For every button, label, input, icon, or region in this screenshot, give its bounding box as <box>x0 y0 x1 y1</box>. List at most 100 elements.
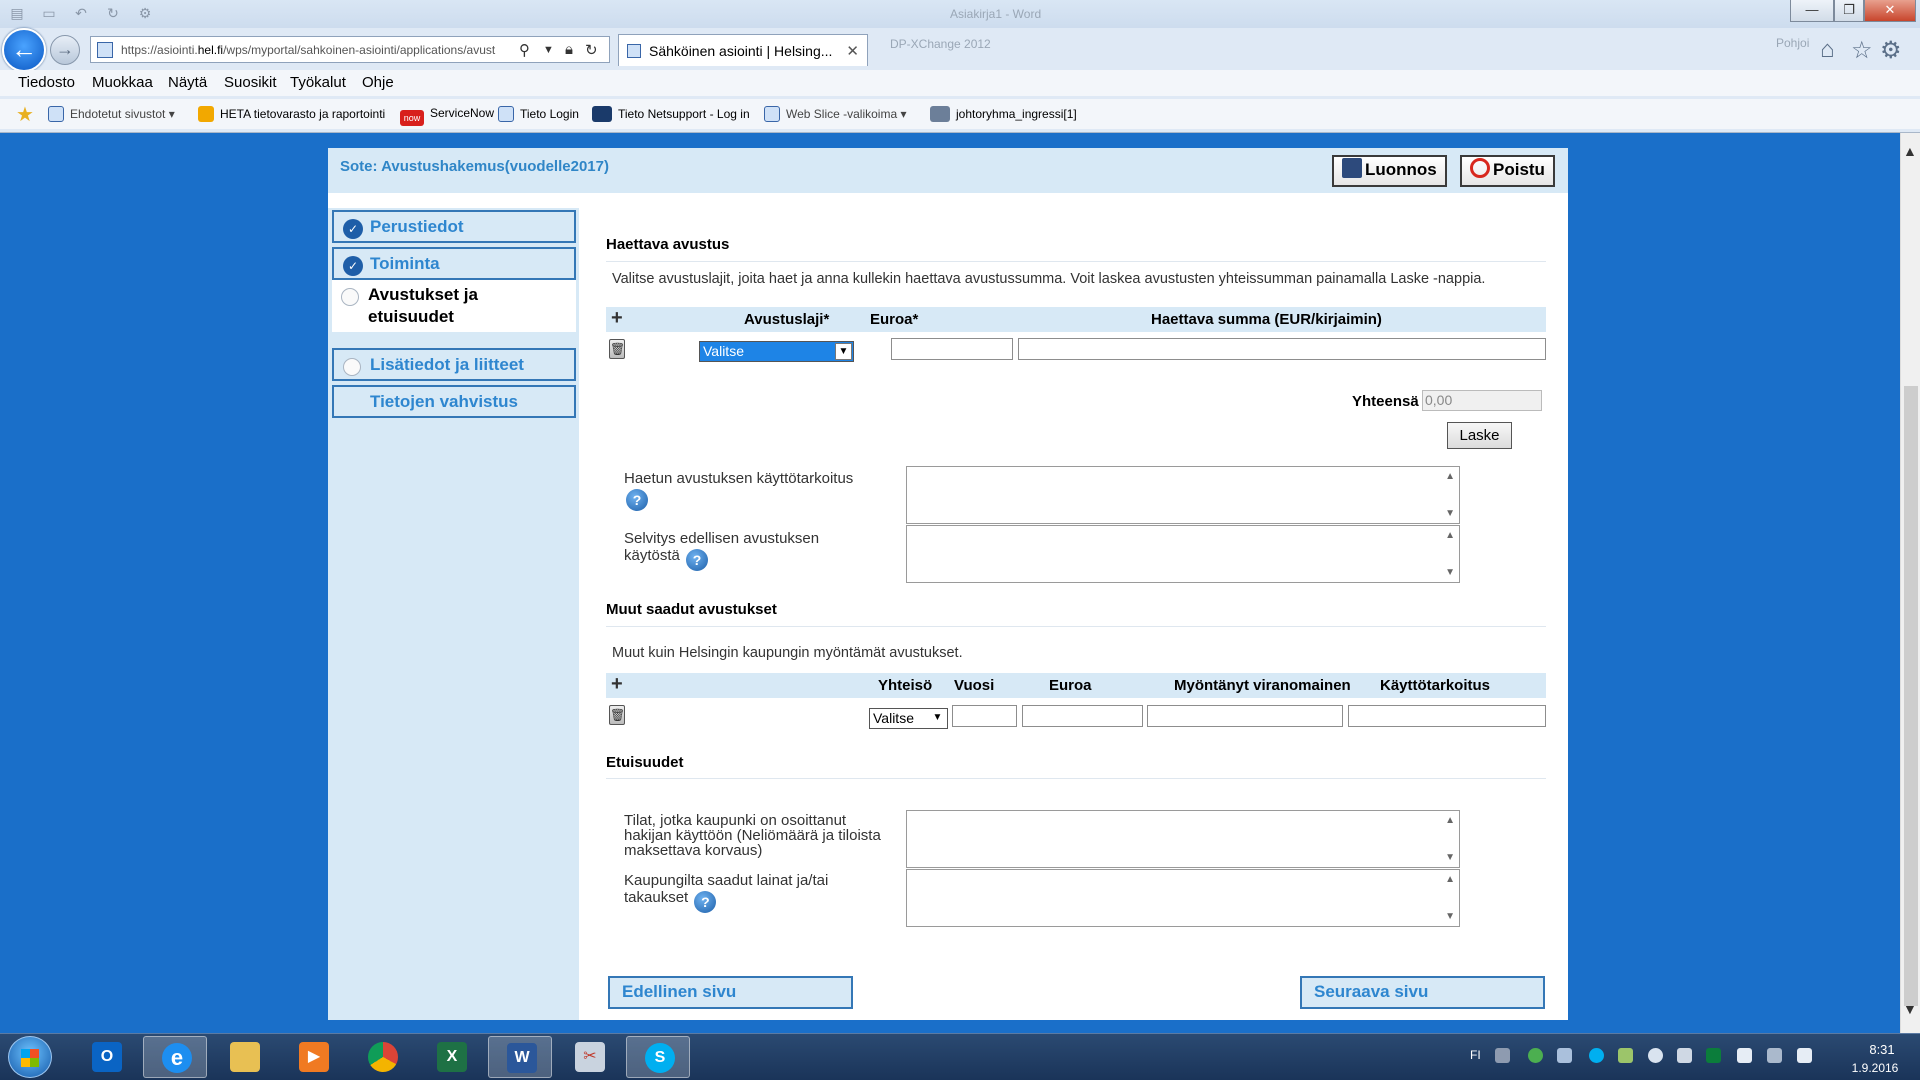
customize-icon[interactable]: ⚙ <box>136 5 154 21</box>
sum-in-words-input[interactable] <box>1018 338 1546 360</box>
scroll-down-icon[interactable]: ▼ <box>1445 911 1455 922</box>
year-input[interactable] <box>952 705 1017 727</box>
scroll-down-arrow-icon[interactable]: ▼ <box>1903 1001 1917 1017</box>
draft-button[interactable]: Luonnos <box>1332 155 1447 187</box>
vertical-scrollbar[interactable]: ▲ ▼ <box>1900 133 1920 1033</box>
fav-tieto-login[interactable]: Tieto Login <box>498 106 579 122</box>
lock-icon[interactable]: 🔒︎ <box>565 41 573 58</box>
menu-tyokalut[interactable]: Työkalut <box>290 74 346 91</box>
calculate-button[interactable]: Laske <box>1447 422 1512 449</box>
taskbar-chrome[interactable] <box>350 1036 414 1078</box>
home-icon[interactable]: ⌂ <box>1820 36 1835 64</box>
scroll-down-icon[interactable]: ▼ <box>1445 852 1455 863</box>
scroll-thumb[interactable] <box>1904 386 1918 1006</box>
premises-textarea[interactable]: ▲ ▼ <box>906 810 1460 868</box>
tools-gear-icon[interactable]: ⚙ <box>1880 36 1902 65</box>
minimize-button[interactable]: — <box>1790 0 1834 22</box>
report-textarea[interactable]: ▲ ▼ <box>906 525 1460 583</box>
menu-ohje[interactable]: Ohje <box>362 74 394 91</box>
search-icon[interactable]: ⚲ <box>519 41 530 59</box>
skype-tray-icon[interactable] <box>1589 1048 1604 1063</box>
tab-close-icon[interactable]: ✕ <box>846 42 859 60</box>
print-icon[interactable]: ▭ <box>40 5 58 21</box>
next-page-button[interactable]: Seuraava sivu <box>1300 976 1545 1009</box>
url-text[interactable]: https://asiointi.hel.fi/wps/myportal/sah… <box>121 43 521 57</box>
delete-row-icon[interactable]: 🗑︎ <box>609 705 625 725</box>
previous-page-button[interactable]: Edellinen sivu <box>608 976 853 1009</box>
step-vahvistus[interactable]: Tietojen vahvistus <box>332 385 576 418</box>
step-toiminta[interactable]: ✓ Toiminta <box>332 247 576 280</box>
other-purpose-input[interactable] <box>1348 705 1546 727</box>
add-row-icon[interactable]: + <box>611 673 623 696</box>
display-icon[interactable] <box>1677 1048 1692 1063</box>
scroll-up-icon[interactable]: ▲ <box>1445 874 1455 885</box>
taskbar-excel[interactable]: X <box>419 1036 483 1078</box>
input-language[interactable]: FI <box>1470 1048 1481 1062</box>
redo-icon[interactable]: ↻ <box>104 5 122 21</box>
help-icon[interactable]: ? <box>626 489 648 511</box>
sync-icon[interactable] <box>1528 1048 1543 1063</box>
fav-web-slice[interactable]: Web Slice -valikoima ▾ <box>764 106 907 122</box>
scroll-up-icon[interactable]: ▲ <box>1445 530 1455 541</box>
help-icon[interactable]: ? <box>686 549 709 571</box>
grant-type-select[interactable]: Valitse ▼ <box>699 341 854 362</box>
refresh-icon[interactable]: ↻ <box>585 41 598 59</box>
maximize-button[interactable]: ❐ <box>1834 0 1864 22</box>
flag-icon[interactable] <box>1737 1048 1752 1063</box>
save-icon[interactable]: ▤ <box>8 5 26 21</box>
exit-button[interactable]: Poistu <box>1460 155 1555 187</box>
keyboard-icon[interactable] <box>1495 1048 1510 1063</box>
other-euro-input[interactable] <box>1022 705 1143 727</box>
help-icon[interactable]: ? <box>694 891 717 913</box>
forward-button[interactable]: → <box>50 35 80 65</box>
dropdown-icon[interactable]: ▼ <box>543 44 554 56</box>
authority-input[interactable] <box>1147 705 1343 727</box>
fav-suggested-sites[interactable]: Ehdotetut sivustot ▾ <box>48 106 175 122</box>
tab-active[interactable]: Sähköinen asiointi | Helsing... ✕ <box>618 34 868 66</box>
network-icon[interactable] <box>1618 1048 1633 1063</box>
fav-tieto-netsupport[interactable]: Tieto Netsupport - Log in <box>592 106 750 122</box>
taskbar-snipping-tool[interactable]: ✂ <box>557 1036 621 1078</box>
volume-icon[interactable] <box>1797 1048 1812 1063</box>
taskbar-word[interactable]: W <box>488 1036 552 1078</box>
start-button[interactable] <box>8 1036 52 1078</box>
menu-muokkaa[interactable]: Muokkaa <box>92 74 153 91</box>
scroll-up-icon[interactable]: ▲ <box>1445 471 1455 482</box>
euro-input[interactable] <box>891 338 1013 360</box>
scroll-up-arrow-icon[interactable]: ▲ <box>1903 143 1917 159</box>
taskbar-skype[interactable]: S <box>626 1036 690 1078</box>
update-icon[interactable] <box>1648 1048 1663 1063</box>
clock-time[interactable]: 8:31 <box>1852 1042 1912 1057</box>
scroll-up-icon[interactable]: ▲ <box>1445 815 1455 826</box>
security-icon[interactable] <box>1706 1048 1721 1063</box>
step-perustiedot[interactable]: ✓ Perustiedot <box>332 210 576 243</box>
taskbar-media-player[interactable]: ▶ <box>281 1036 345 1078</box>
clock-date[interactable]: 1.9.2016 <box>1840 1061 1910 1075</box>
menu-tiedosto[interactable]: Tiedosto <box>18 74 75 91</box>
taskbar-file-explorer[interactable] <box>212 1036 276 1078</box>
add-row-icon[interactable]: + <box>611 307 623 330</box>
undo-icon[interactable]: ↶ <box>72 5 90 21</box>
entity-select[interactable]: Valitse ▼ <box>869 708 948 729</box>
step-lisatiedot[interactable]: Lisätiedot ja liitteet <box>332 348 576 381</box>
scroll-down-icon[interactable]: ▼ <box>1445 567 1455 578</box>
menu-suosikit[interactable]: Suosikit <box>224 74 277 91</box>
step-avustukset-current[interactable]: Avustukset ja etuisuudet <box>332 280 576 332</box>
delete-row-icon[interactable]: 🗑︎ <box>609 339 625 359</box>
address-bar[interactable]: https://asiointi.hel.fi/wps/myportal/sah… <box>90 36 610 63</box>
menu-nayta[interactable]: Näytä <box>168 74 207 91</box>
wifi-icon[interactable] <box>1767 1048 1782 1063</box>
loans-textarea[interactable]: ▲ ▼ <box>906 869 1460 927</box>
bluetooth-icon[interactable] <box>1557 1048 1572 1063</box>
back-button[interactable]: ← <box>2 28 46 72</box>
taskbar-outlook[interactable]: O <box>74 1036 138 1078</box>
taskbar-internet-explorer[interactable]: e <box>143 1036 207 1078</box>
favorites-star-icon[interactable]: ☆ <box>1851 36 1873 65</box>
purpose-textarea[interactable]: ▲ ▼ <box>906 466 1460 524</box>
scroll-down-icon[interactable]: ▼ <box>1445 508 1455 519</box>
fav-heta[interactable]: HETA tietovarasto ja raportointi <box>198 106 385 122</box>
close-button[interactable]: ✕ <box>1864 0 1916 22</box>
fav-servicenow[interactable]: now ServiceNow <box>400 106 494 126</box>
favorites-star-icon[interactable]: ★ <box>16 102 34 127</box>
fav-johtoryhma[interactable]: johtoryhma_ingressi[1] <box>930 106 1077 122</box>
